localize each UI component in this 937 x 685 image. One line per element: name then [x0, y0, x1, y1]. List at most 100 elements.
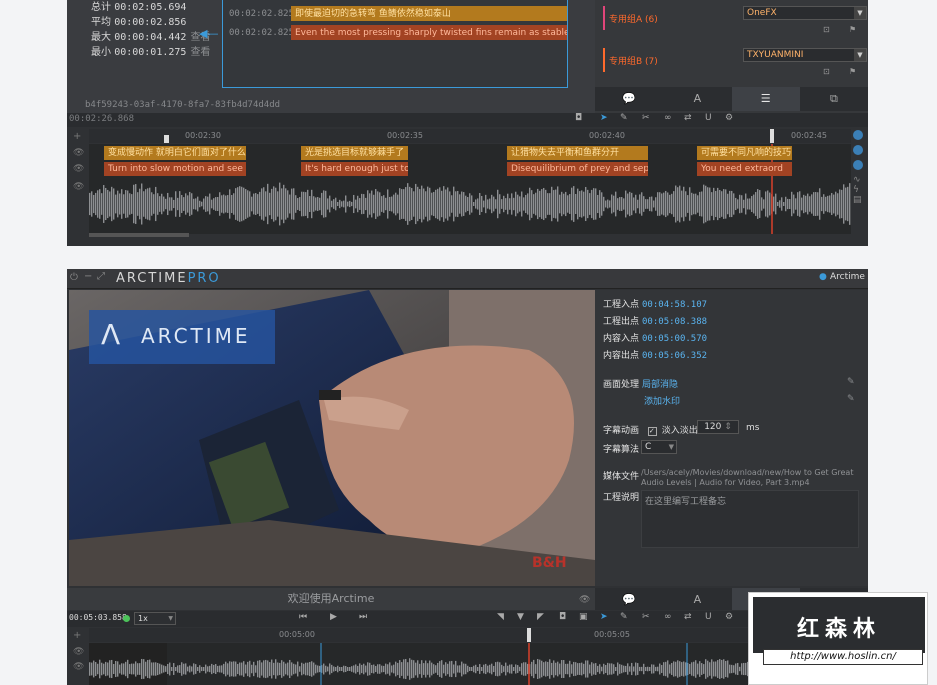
- notes-textarea[interactable]: 在这里编写工程备忘: [641, 490, 859, 548]
- video-watermark: B&H: [532, 555, 567, 571]
- pencil-icon[interactable]: ✎: [847, 377, 855, 387]
- subtitle-block-cn[interactable]: 让猎物失去平衡和鱼群分开: [507, 146, 648, 160]
- camera-icon[interactable]: ◘: [575, 113, 582, 123]
- tab-text[interactable]: A: [663, 87, 731, 111]
- subtitle-block-cn[interactable]: 光是挑选目标就够棘手了: [301, 146, 408, 160]
- tab-subtitles[interactable]: 💬: [595, 588, 663, 610]
- flag-icon[interactable]: ⚑: [849, 25, 856, 34]
- frame-icon[interactable]: ⊡: [823, 67, 830, 76]
- magnet-icon[interactable]: U: [705, 612, 712, 622]
- subtitle-block-en[interactable]: You need extraord: [697, 162, 792, 176]
- eye-icon[interactable]: 👁: [579, 595, 590, 605]
- camera-icon[interactable]: ◘: [559, 612, 566, 622]
- out-marker[interactable]: [527, 628, 531, 642]
- top-toolbar: 00:02:26.868 ◘ ➤ ✎ ✂ ∞ ⇄ U ⚙: [67, 113, 868, 127]
- tab-layout[interactable]: ⧉: [800, 87, 868, 111]
- time-ruler[interactable]: 00:02:30 00:02:35 00:02:40 00:02:45: [89, 129, 851, 143]
- play-icon[interactable]: ▶: [330, 612, 337, 622]
- link-icon[interactable]: ∞: [664, 612, 672, 622]
- result-row[interactable]: 00:02:02.825 Even the most pressing shar…: [229, 25, 567, 41]
- fade-checkbox[interactable]: ✓: [647, 427, 657, 436]
- eye-icon[interactable]: 👁: [73, 662, 84, 672]
- eye-icon[interactable]: 👁: [73, 182, 84, 192]
- video-preview[interactable]: Λ ARCTIME B&H: [69, 290, 595, 586]
- eye-icon[interactable]: 👁: [73, 647, 84, 657]
- prop-value[interactable]: 00:05:00.570: [642, 334, 707, 344]
- marker-right-icon[interactable]: ◤: [537, 612, 544, 622]
- swap-icon[interactable]: ⇄: [684, 113, 692, 123]
- tab-list[interactable]: ☰: [731, 87, 800, 111]
- title-bar: ⏻ − ⤢ ARCTIMEPRO ● Arctime: [67, 269, 868, 289]
- power-icon[interactable]: ⏻: [70, 272, 78, 283]
- stat-row: 平均 00:00:02.856: [91, 15, 210, 30]
- view-min-link[interactable]: 查看: [190, 47, 210, 58]
- local-blur-link[interactable]: 局部消隐: [642, 380, 678, 390]
- prop-value[interactable]: 00:05:08.388: [642, 317, 707, 327]
- subtitle-block-cn[interactable]: 可需要不同凡响的技巧: [697, 146, 792, 160]
- fade-ms-stepper[interactable]: 120 ⇕: [697, 420, 739, 434]
- subtitle-block-en[interactable]: Disequilibrium of prey and sep: [507, 162, 648, 176]
- minimize-icon[interactable]: −: [84, 271, 92, 282]
- marker-down-icon[interactable]: ▼: [517, 612, 524, 622]
- ruler-tick: 00:02:35: [387, 131, 423, 140]
- prop-value[interactable]: 00:04:58.107: [642, 300, 707, 310]
- circle-button[interactable]: [853, 145, 863, 155]
- panel-tabs: 💬 A ☰ ⧉: [595, 87, 868, 111]
- speed-select[interactable]: 1x ▼: [134, 612, 176, 625]
- wave-icon[interactable]: ∿: [853, 175, 868, 185]
- in-marker[interactable]: [164, 135, 169, 143]
- frame-icon[interactable]: ⊡: [823, 25, 830, 34]
- add-icon[interactable]: +: [73, 630, 81, 641]
- prop-label: 工程出点: [603, 317, 640, 327]
- edit-tool-icon[interactable]: ✎: [620, 612, 628, 622]
- flag-icon[interactable]: ⚑: [849, 67, 856, 76]
- save-icon[interactable]: ▣: [579, 612, 588, 622]
- prop-algorithm: 字幕算法: [603, 442, 639, 455]
- swap-icon[interactable]: ⇄: [684, 612, 692, 622]
- add-watermark-link[interactable]: 添加水印: [644, 397, 680, 407]
- marker-left-icon[interactable]: ◥: [497, 612, 504, 622]
- circle-button[interactable]: [853, 130, 863, 140]
- ruler-tick: 00:05:05: [594, 630, 630, 639]
- group-style-select[interactable]: TXYUANMINI ▼: [743, 48, 867, 62]
- pencil-icon[interactable]: ✎: [847, 394, 855, 404]
- edit-tool-icon[interactable]: ✎: [620, 113, 628, 123]
- subtitle-block-en[interactable]: Turn into slow motion and see: [104, 162, 246, 176]
- eye-icon[interactable]: 👁: [73, 148, 84, 158]
- group-style-select[interactable]: OneFX ▼: [743, 6, 867, 20]
- table-icon[interactable]: ▤: [853, 195, 868, 205]
- account-label[interactable]: Arctime: [830, 272, 865, 282]
- gear-icon[interactable]: ⚙: [725, 113, 733, 123]
- tab-subtitles[interactable]: 💬: [595, 87, 663, 111]
- out-marker[interactable]: [770, 129, 774, 143]
- scissors-icon[interactable]: ✂: [642, 113, 650, 123]
- prop-label: 媒体文件: [603, 472, 640, 482]
- select-tool-icon[interactable]: ➤: [600, 612, 608, 622]
- prev-frame-icon[interactable]: ⏮: [299, 612, 307, 622]
- time-ruler[interactable]: 00:05:00 00:05:05: [89, 628, 851, 642]
- circle-button[interactable]: [853, 160, 863, 170]
- next-frame-icon[interactable]: ⏭: [359, 612, 367, 622]
- subtitle-block-cn[interactable]: 变成慢动作 就明白它们面对了什么: [104, 146, 246, 160]
- select-tool-icon[interactable]: ➤: [600, 113, 608, 123]
- gear-icon[interactable]: ⚙: [725, 612, 733, 622]
- chevron-down-icon: ▼: [854, 7, 866, 19]
- subtitle-block-en[interactable]: It's hard enough just to: [301, 162, 408, 176]
- expand-icon[interactable]: ⤢: [97, 271, 105, 282]
- bolt-icon[interactable]: ϟ: [853, 185, 868, 195]
- timeline-tracks[interactable]: [89, 643, 851, 685]
- result-row[interactable]: 00:02:02.825 即使最迫切的急转弯 鱼鳍依然稳如泰山: [229, 6, 567, 22]
- timeline-tracks[interactable]: 变成慢动作 就明白它们面对了什么 光是挑选目标就够棘手了 让猎物失去平衡和鱼群分…: [89, 144, 851, 237]
- algorithm-select[interactable]: C ▼: [641, 440, 677, 454]
- stat-label: 总计: [91, 2, 111, 13]
- stat-value: 00:00:01.275: [114, 47, 187, 58]
- prop-value[interactable]: 00:05:06.352: [642, 351, 707, 361]
- eye-icon[interactable]: 👁: [73, 164, 84, 174]
- prop-label: 画面处理: [603, 380, 640, 390]
- magnet-icon[interactable]: U: [705, 113, 712, 123]
- tab-text[interactable]: A: [663, 588, 731, 610]
- scissors-icon[interactable]: ✂: [642, 612, 650, 622]
- link-icon[interactable]: ∞: [664, 113, 672, 123]
- add-icon[interactable]: +: [73, 131, 81, 142]
- horizontal-scrollbar[interactable]: [89, 233, 189, 237]
